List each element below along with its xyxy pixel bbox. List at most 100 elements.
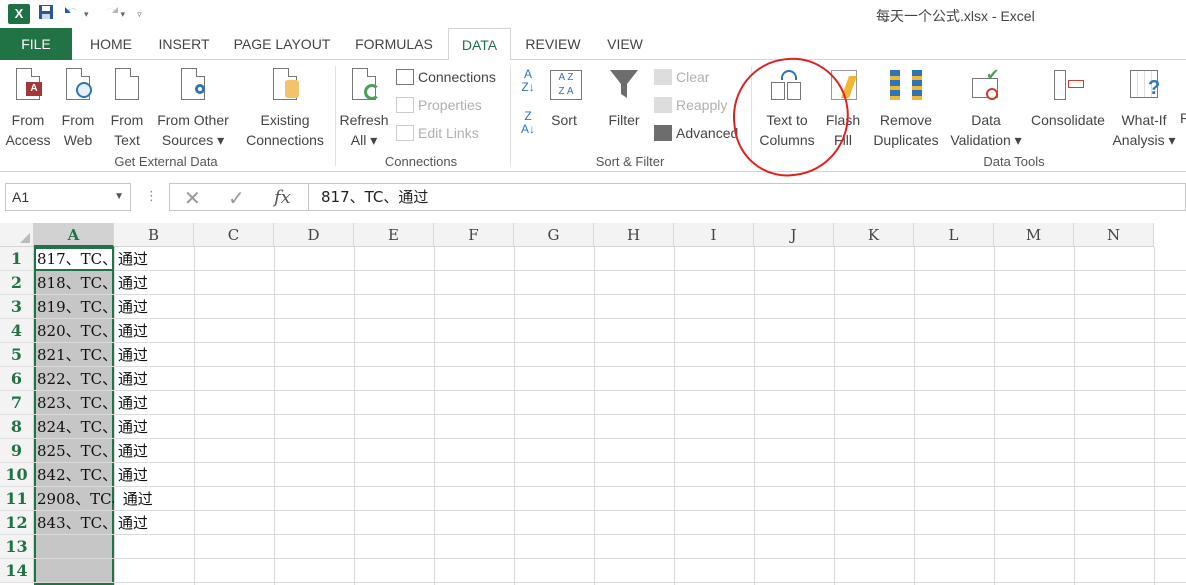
row-header[interactable]: 10 bbox=[0, 463, 34, 487]
row-header[interactable]: 12 bbox=[0, 511, 34, 535]
cell-b[interactable]: 通过 bbox=[118, 391, 148, 415]
from-other-sources-button[interactable]: From Other Sources ▾ bbox=[154, 66, 232, 150]
column-header-a[interactable]: A bbox=[34, 223, 114, 247]
undo-icon[interactable] bbox=[64, 4, 82, 25]
row-header[interactable]: 13 bbox=[0, 535, 34, 559]
redo-icon[interactable] bbox=[101, 4, 119, 25]
row-header[interactable]: 5 bbox=[0, 343, 34, 367]
tab-home[interactable]: HOME bbox=[78, 28, 144, 60]
existing-connections-button[interactable]: Existing Connections bbox=[240, 66, 330, 150]
cell-a[interactable]: 842、TC、 bbox=[37, 463, 114, 487]
cell-b[interactable]: 通过 bbox=[118, 247, 148, 271]
column-header-g[interactable]: G bbox=[514, 223, 594, 247]
row-header[interactable]: 1 bbox=[0, 247, 34, 271]
cell-a[interactable]: 2908、TC、 bbox=[37, 487, 114, 511]
tab-file[interactable]: FILE bbox=[0, 28, 72, 60]
advanced-button[interactable]: Advanced bbox=[654, 122, 738, 144]
select-all-corner[interactable] bbox=[0, 223, 34, 247]
cell-a[interactable] bbox=[37, 559, 114, 583]
column-header-b[interactable]: B bbox=[114, 223, 194, 247]
cell-b[interactable]: 通过 bbox=[118, 511, 148, 535]
advanced-filter-icon bbox=[654, 125, 672, 141]
sort-button[interactable]: A ZZ A Sort bbox=[542, 66, 586, 130]
name-box-dropdown-icon[interactable]: ▼ bbox=[114, 184, 124, 210]
cell-a[interactable] bbox=[37, 535, 114, 559]
redo-dropdown-icon[interactable]: ▾ bbox=[121, 9, 126, 20]
column-header-m[interactable]: M bbox=[994, 223, 1074, 247]
formula-input[interactable]: 817、TC、通过 bbox=[309, 183, 1186, 211]
row-header[interactable]: 8 bbox=[0, 415, 34, 439]
cell-a[interactable]: 817、TC、 bbox=[37, 247, 114, 271]
reapply-button[interactable]: Reapply bbox=[654, 94, 727, 116]
consolidate-button[interactable]: Consolidate bbox=[1028, 66, 1108, 130]
edit-links-button[interactable]: Edit Links bbox=[396, 122, 479, 144]
connections-button[interactable]: Connections bbox=[396, 66, 496, 88]
column-header-c[interactable]: C bbox=[194, 223, 274, 247]
cell-b[interactable]: 通过 bbox=[118, 343, 148, 367]
row-header[interactable]: 6 bbox=[0, 367, 34, 391]
column-header-n[interactable]: N bbox=[1074, 223, 1154, 247]
cell-b[interactable]: 通过 bbox=[118, 439, 148, 463]
column-header-l[interactable]: L bbox=[914, 223, 994, 247]
insert-function-icon[interactable]: fx bbox=[274, 187, 291, 208]
sort-a-z-button[interactable]: A Z↓ bbox=[516, 68, 540, 94]
column-header-e[interactable]: E bbox=[354, 223, 434, 247]
remove-duplicates-button[interactable]: Remove Duplicates bbox=[868, 66, 944, 150]
cell-b[interactable]: 通过 bbox=[118, 415, 148, 439]
cell-a[interactable]: 843、TC、 bbox=[37, 511, 114, 535]
sort-z-a-button[interactable]: Z A↓ bbox=[516, 110, 540, 136]
tab-page-layout[interactable]: PAGE LAYOUT bbox=[226, 28, 338, 60]
tab-insert[interactable]: INSERT bbox=[150, 28, 218, 60]
cell-a[interactable]: 825、TC、 bbox=[37, 439, 114, 463]
table-row bbox=[34, 487, 1186, 511]
enter-check-icon[interactable]: ✓ bbox=[228, 186, 245, 211]
properties-button[interactable]: Properties bbox=[396, 94, 482, 116]
clear-button[interactable]: Clear bbox=[654, 66, 709, 88]
from-access-button[interactable]: A From Access bbox=[4, 66, 52, 150]
tab-data[interactable]: DATA bbox=[448, 28, 511, 61]
cell-a[interactable]: 824、TC、 bbox=[37, 415, 114, 439]
from-text-button[interactable]: From Text bbox=[106, 66, 148, 150]
save-icon[interactable] bbox=[38, 4, 54, 25]
row-header[interactable]: 2 bbox=[0, 271, 34, 295]
row-header[interactable]: 9 bbox=[0, 439, 34, 463]
row-header[interactable]: 14 bbox=[0, 559, 34, 583]
column-header-h[interactable]: H bbox=[594, 223, 674, 247]
refresh-all-button[interactable]: Refresh All ▾ bbox=[338, 66, 390, 150]
row-header[interactable]: 4 bbox=[0, 319, 34, 343]
row-header[interactable]: 11 bbox=[0, 487, 34, 511]
column-header-i[interactable]: I bbox=[674, 223, 754, 247]
tab-review[interactable]: REVIEW bbox=[518, 28, 588, 60]
filter-button[interactable]: Filter bbox=[602, 66, 646, 130]
cell-a[interactable]: 821、TC、 bbox=[37, 343, 114, 367]
cell-b[interactable]: 通过 bbox=[118, 295, 148, 319]
name-box[interactable]: A1 ▼ bbox=[5, 183, 131, 211]
cell-a[interactable]: 822、TC、 bbox=[37, 367, 114, 391]
row-header[interactable]: 3 bbox=[0, 295, 34, 319]
column-header-j[interactable]: J bbox=[754, 223, 834, 247]
cell-b[interactable]: 通过 bbox=[118, 319, 148, 343]
cell-a[interactable]: 823、TC、 bbox=[37, 391, 114, 415]
worksheet-grid[interactable]: A B C D E F G H I J K L M N 1 817、TC、 通过 2 818、TC、 通过 3 819、T… bbox=[0, 223, 1186, 585]
cell-a[interactable]: 819、TC、 bbox=[37, 295, 114, 319]
column-header-d[interactable]: D bbox=[274, 223, 354, 247]
cell-a[interactable]: 818、TC、 bbox=[37, 271, 114, 295]
formula-bar-grip-icon[interactable]: ⋮ bbox=[145, 188, 158, 204]
from-web-button[interactable]: From Web bbox=[56, 66, 100, 150]
column-header-k[interactable]: K bbox=[834, 223, 914, 247]
tab-view[interactable]: VIEW bbox=[596, 28, 654, 60]
cell-b[interactable]: 通过 bbox=[118, 367, 148, 391]
cell-b[interactable]: 通过 bbox=[118, 487, 153, 511]
customize-qat-icon[interactable]: ▿ bbox=[137, 9, 142, 20]
cell-b[interactable]: 通过 bbox=[118, 463, 148, 487]
cancel-icon[interactable]: ✕ bbox=[184, 186, 201, 211]
cell-b[interactable]: 通过 bbox=[118, 271, 148, 295]
undo-dropdown-icon[interactable]: ▾ bbox=[84, 9, 89, 20]
what-if-analysis-button[interactable]: ? What-If Analysis ▾ bbox=[1110, 66, 1178, 150]
row-header[interactable]: 7 bbox=[0, 391, 34, 415]
cell-a[interactable]: 820、TC、 bbox=[37, 319, 114, 343]
existing-connections-icon bbox=[269, 66, 301, 106]
column-header-f[interactable]: F bbox=[434, 223, 514, 247]
data-validation-button[interactable]: ✔ Data Validation ▾ bbox=[944, 66, 1028, 150]
tab-formulas[interactable]: FORMULAS bbox=[346, 28, 442, 60]
